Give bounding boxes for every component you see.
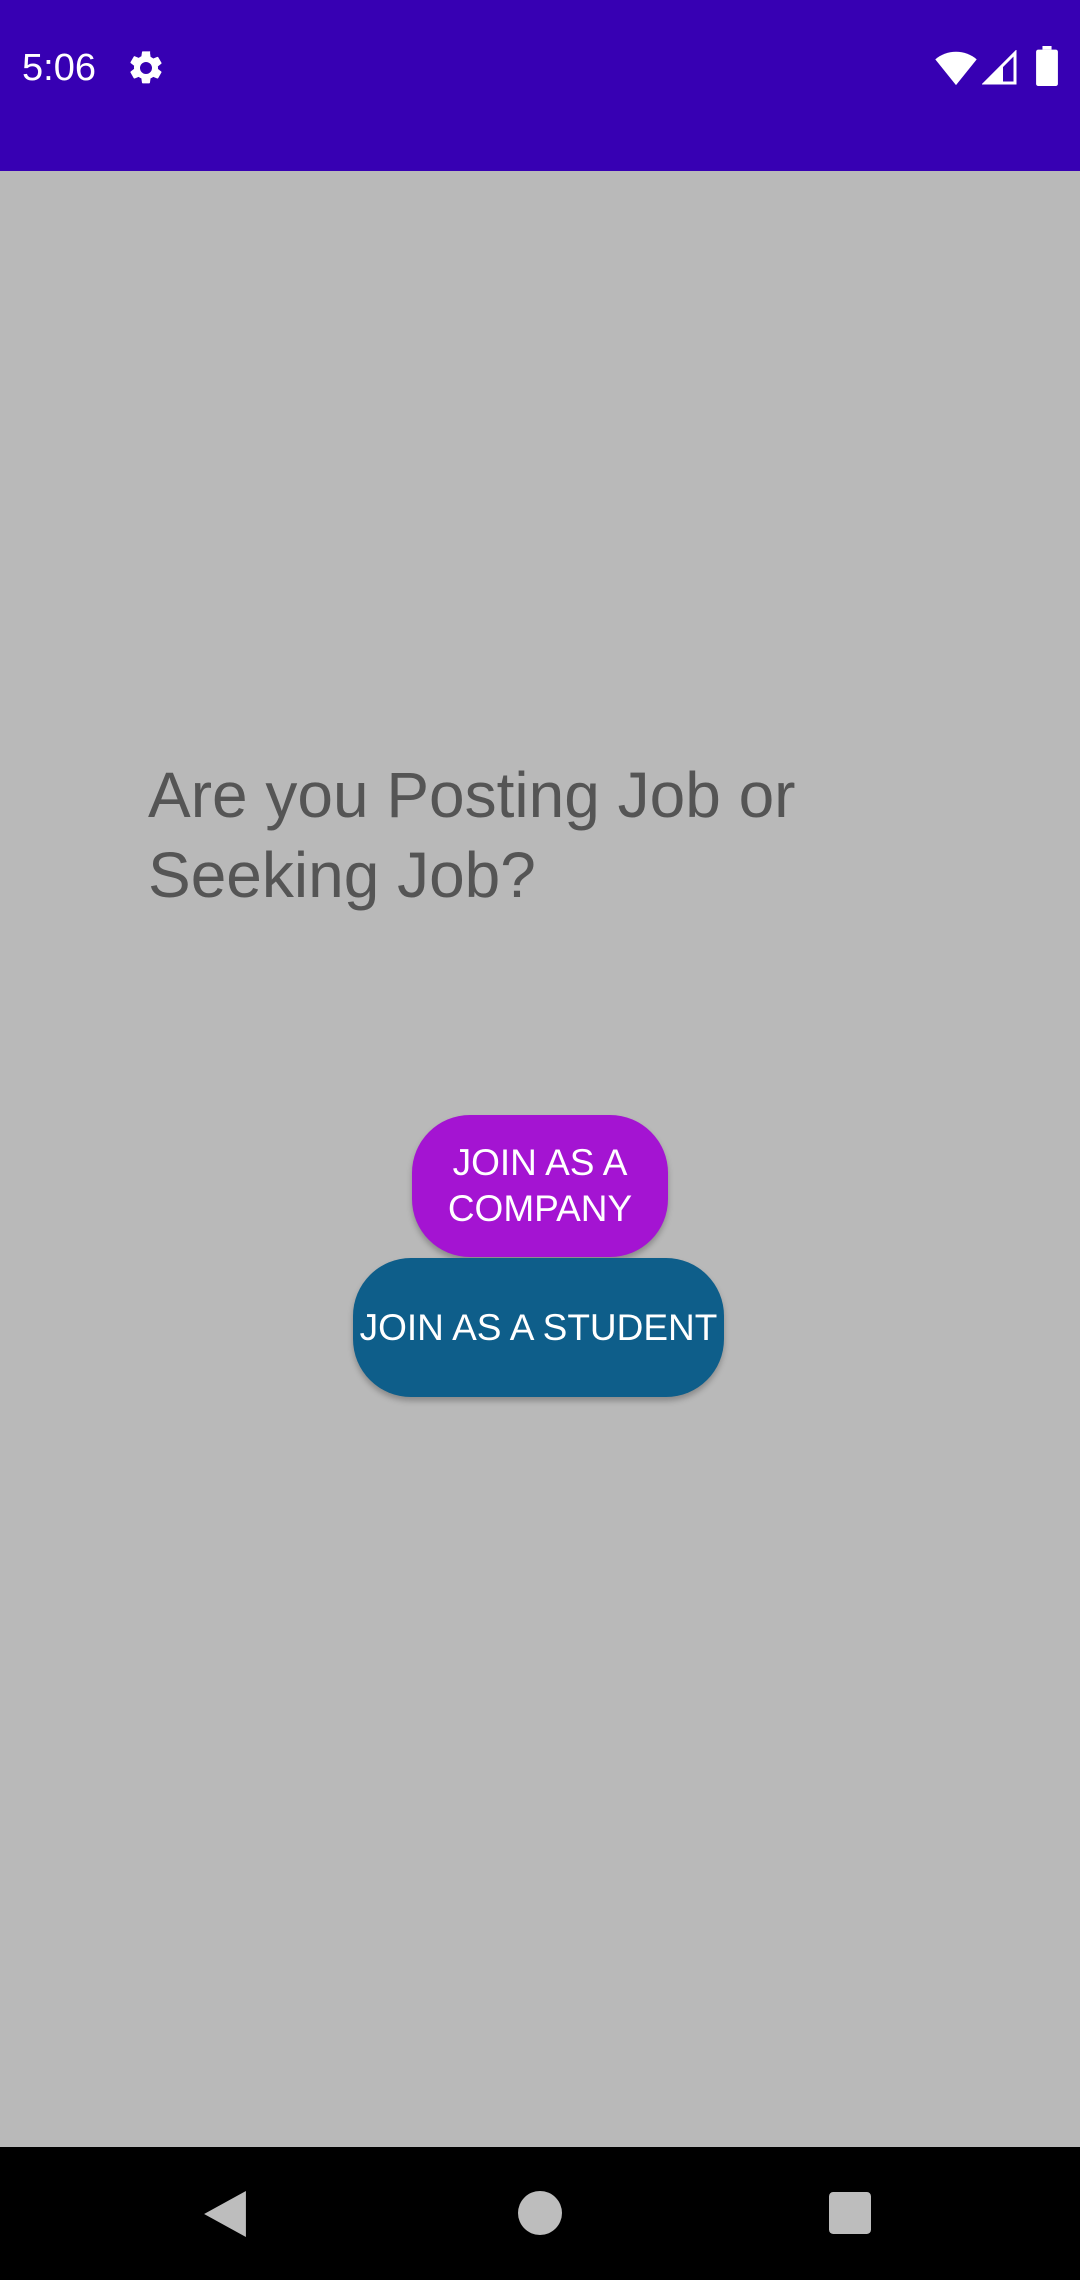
gear-icon <box>130 51 162 84</box>
wifi-icon <box>935 51 977 86</box>
join-as-student-button[interactable]: JOIN AS A STUDENT <box>353 1258 724 1397</box>
role-question: Are you Posting Job or Seeking Job? <box>148 759 796 911</box>
status-bar: 5:06 <box>0 0 1080 171</box>
nav-home-icon[interactable] <box>518 2191 562 2235</box>
signal-icon <box>982 50 1017 85</box>
navigation-bar <box>0 2147 1080 2280</box>
status-time: 5:06 <box>22 47 96 89</box>
nav-back-icon[interactable] <box>204 2191 246 2237</box>
battery-icon <box>1036 46 1058 86</box>
nav-recents-icon[interactable] <box>829 2192 871 2234</box>
join-as-company-button[interactable]: JOIN AS A COMPANY <box>412 1115 668 1257</box>
